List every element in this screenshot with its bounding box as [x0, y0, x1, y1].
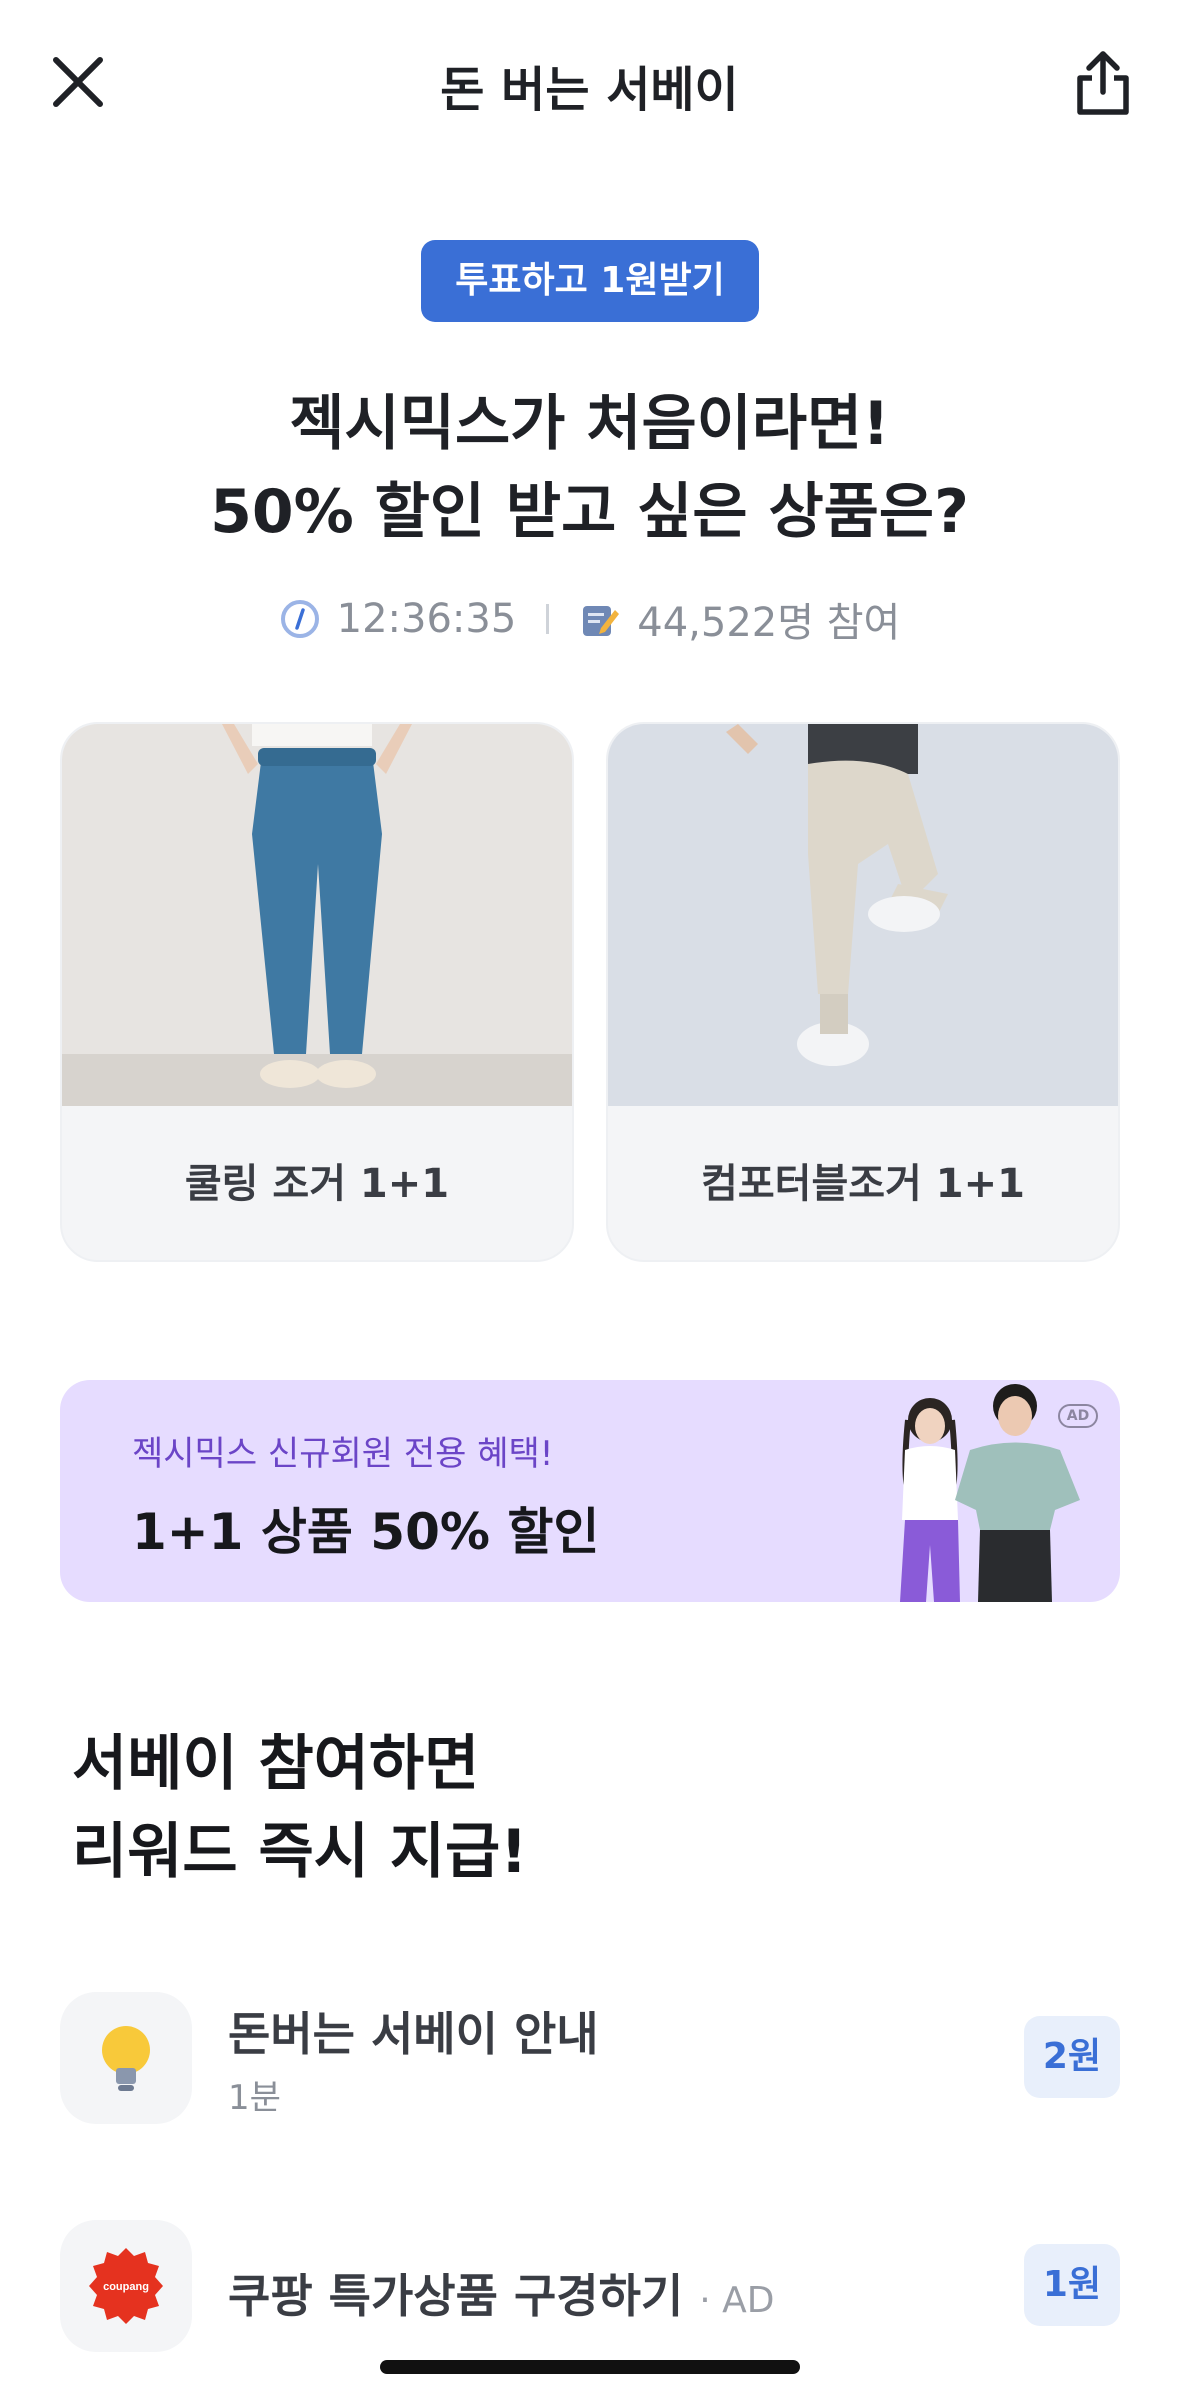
reward-amount-badge: 1원 [1024, 2244, 1120, 2326]
survey-meta: 12:36:35 44,522명 참여 [0, 590, 1179, 648]
memo-icon [583, 606, 620, 636]
vote-reward-badge: 투표하고 1원받기 [421, 240, 759, 322]
reward-icon-box: coupang [60, 2220, 192, 2352]
option-card-cooling-jogger[interactable]: 쿨링 조거 1+1 [60, 722, 574, 1262]
participants-count: 44,522명 참여 [637, 600, 901, 646]
option-label: 쿨링 조거 1+1 [184, 1161, 450, 1207]
home-indicator [380, 2360, 800, 2374]
share-icon [1077, 51, 1129, 115]
coupang-logo-text: coupang [103, 2281, 149, 2293]
option-card-comfortable-jogger[interactable]: 컴포터블조거 1+1 [606, 722, 1120, 1262]
ad-tag: AD [1058, 1404, 1098, 1428]
reward-item-name: 쿠팡 특가상품 구경하기 [228, 2269, 684, 2323]
reward-item-coupang[interactable]: coupang 쿠팡 특가상품 구경하기 · AD 1원 [60, 2220, 1120, 2352]
top-bar: 돈 버는 서베이 [0, 0, 1179, 165]
ad-banner[interactable]: 젝시믹스 신규회원 전용 혜택! 1+1 상품 50% 할인 AD [60, 1380, 1120, 1602]
option-label: 컴포터블조거 1+1 [701, 1161, 1025, 1207]
reward-amount-badge: 2원 [1024, 2016, 1120, 2098]
product-photo-beige-jogger [608, 724, 1118, 1106]
lightbulb-icon [102, 2026, 150, 2091]
survey-question-line2: 50% 할인 받고 싶은 상품은? [210, 477, 969, 547]
reward-title-line1: 서베이 참여하면 [72, 1729, 480, 1799]
reward-item-name: 돈버는 서베이 안내 [228, 2007, 599, 2061]
meta-divider [546, 604, 550, 634]
timer-text: 12:36:35 [336, 596, 517, 642]
reward-item-guide[interactable]: 돈버는 서베이 안내 1분 2원 [60, 1992, 1120, 2124]
ad-banner-subtitle: 젝시믹스 신규회원 전용 혜택! [132, 1434, 554, 1474]
reward-item-title: 쿠팡 특가상품 구경하기 · AD [228, 2260, 774, 2326]
survey-question: 젝시믹스가 처음이라면! 50% 할인 받고 싶은 상품은? [0, 380, 1179, 556]
reward-title-line2: 리워드 즉시 지급! [72, 1817, 528, 1887]
page-title: 돈 버는 서베이 [440, 62, 739, 118]
reward-icon-box [60, 1992, 192, 2124]
share-button[interactable] [1070, 48, 1136, 118]
coupang-logo-icon: coupang [89, 2248, 163, 2324]
ad-banner-title: 1+1 상품 50% 할인 [132, 1503, 600, 1561]
reward-ad-label: · AD [699, 2280, 775, 2321]
reward-section-title: 서베이 참여하면 리워드 즉시 지급! [72, 1720, 528, 1896]
product-photo-blue-jogger [62, 724, 572, 1106]
clock-icon [280, 600, 319, 638]
survey-question-line1: 젝시믹스가 처음이라면! [289, 389, 890, 459]
survey-options: 쿨링 조거 1+1 컴포터블조거 1+1 [60, 722, 1120, 1262]
reward-item-duration: 1분 [228, 2078, 281, 2118]
